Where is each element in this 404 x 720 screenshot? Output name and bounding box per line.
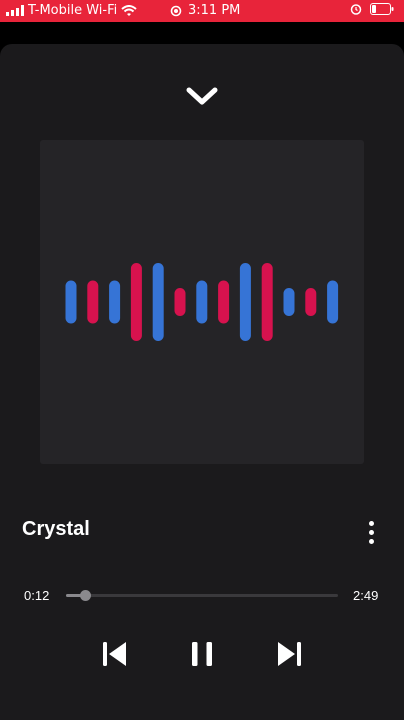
waveform-bar bbox=[261, 263, 273, 341]
skip-next-icon[interactable] bbox=[273, 638, 305, 670]
waveform-bar bbox=[327, 280, 339, 324]
signal-strength-icon bbox=[6, 5, 24, 16]
clock: 3:11 PM bbox=[170, 3, 240, 18]
waveform-bar bbox=[130, 263, 142, 341]
chevron-down-icon[interactable] bbox=[184, 84, 220, 108]
battery-icon bbox=[370, 3, 394, 15]
total-duration: 2:49 bbox=[353, 588, 379, 603]
pause-icon[interactable] bbox=[186, 638, 218, 670]
location-lock-icon bbox=[170, 5, 182, 16]
waveform-bar bbox=[65, 280, 77, 324]
album-artwork bbox=[40, 140, 364, 464]
carrier-info: T-Mobile Wi-Fi bbox=[6, 3, 137, 18]
elapsed-time: 0:12 bbox=[24, 588, 50, 603]
waveform-graphic bbox=[65, 263, 339, 341]
waveform-bar bbox=[283, 287, 295, 317]
waveform-bar bbox=[174, 287, 186, 317]
status-icons bbox=[350, 3, 394, 15]
wifi-icon bbox=[121, 4, 137, 16]
track-title: Crystal bbox=[22, 518, 90, 540]
waveform-bar bbox=[152, 263, 164, 341]
progress-bar[interactable] bbox=[66, 590, 338, 601]
more-vertical-icon[interactable] bbox=[362, 519, 382, 545]
waveform-bar bbox=[196, 280, 208, 324]
skip-previous-icon[interactable] bbox=[99, 638, 131, 670]
waveform-bar bbox=[218, 280, 230, 324]
waveform-bar bbox=[239, 263, 251, 341]
status-bar: T-Mobile Wi-Fi 3:11 PM bbox=[0, 0, 404, 22]
waveform-bar bbox=[109, 280, 121, 324]
waveform-bar bbox=[305, 287, 317, 317]
alarm-icon bbox=[350, 4, 362, 15]
waveform-bar bbox=[87, 280, 99, 324]
carrier-label: T-Mobile Wi-Fi bbox=[28, 3, 118, 18]
status-time: 3:11 PM bbox=[188, 3, 241, 18]
